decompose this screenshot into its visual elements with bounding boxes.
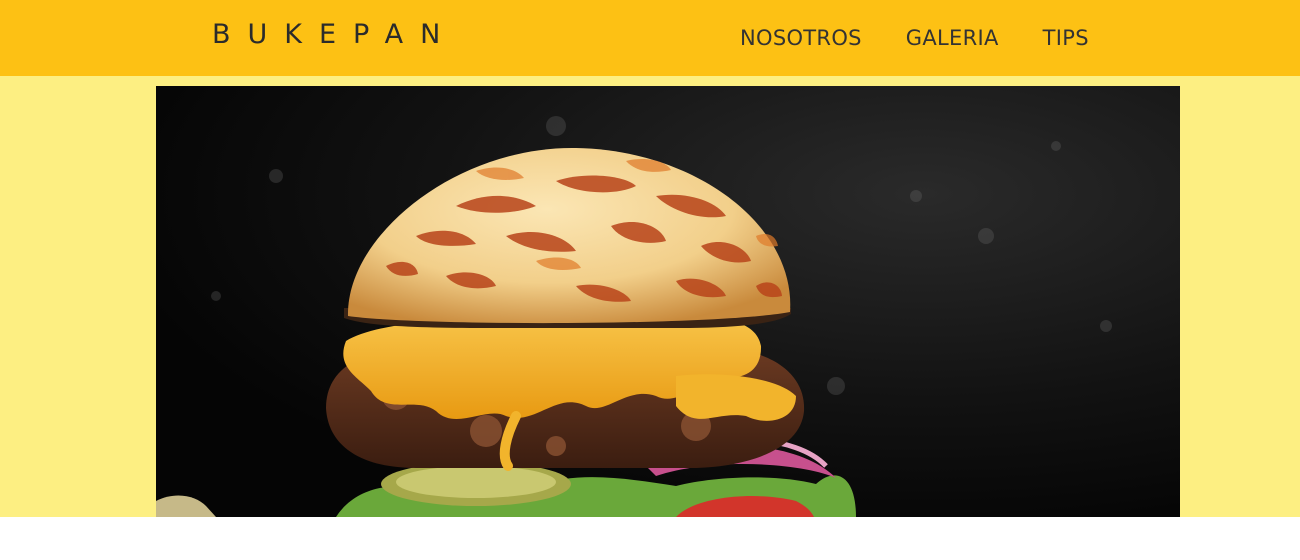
nav-link-galeria[interactable]: GALERIA [906,24,999,52]
site-header: BUKEPAN NOSOTROS GALERIA TIPS [0,0,1300,76]
hero-image [156,86,1180,517]
brand-logo[interactable]: BUKEPAN [212,18,457,52]
nav-link-nosotros[interactable]: NOSOTROS [740,24,862,52]
main-nav: NOSOTROS GALERIA TIPS [740,24,1089,52]
nav-link-tips[interactable]: TIPS [1043,24,1089,52]
burger-photo [156,86,1180,517]
